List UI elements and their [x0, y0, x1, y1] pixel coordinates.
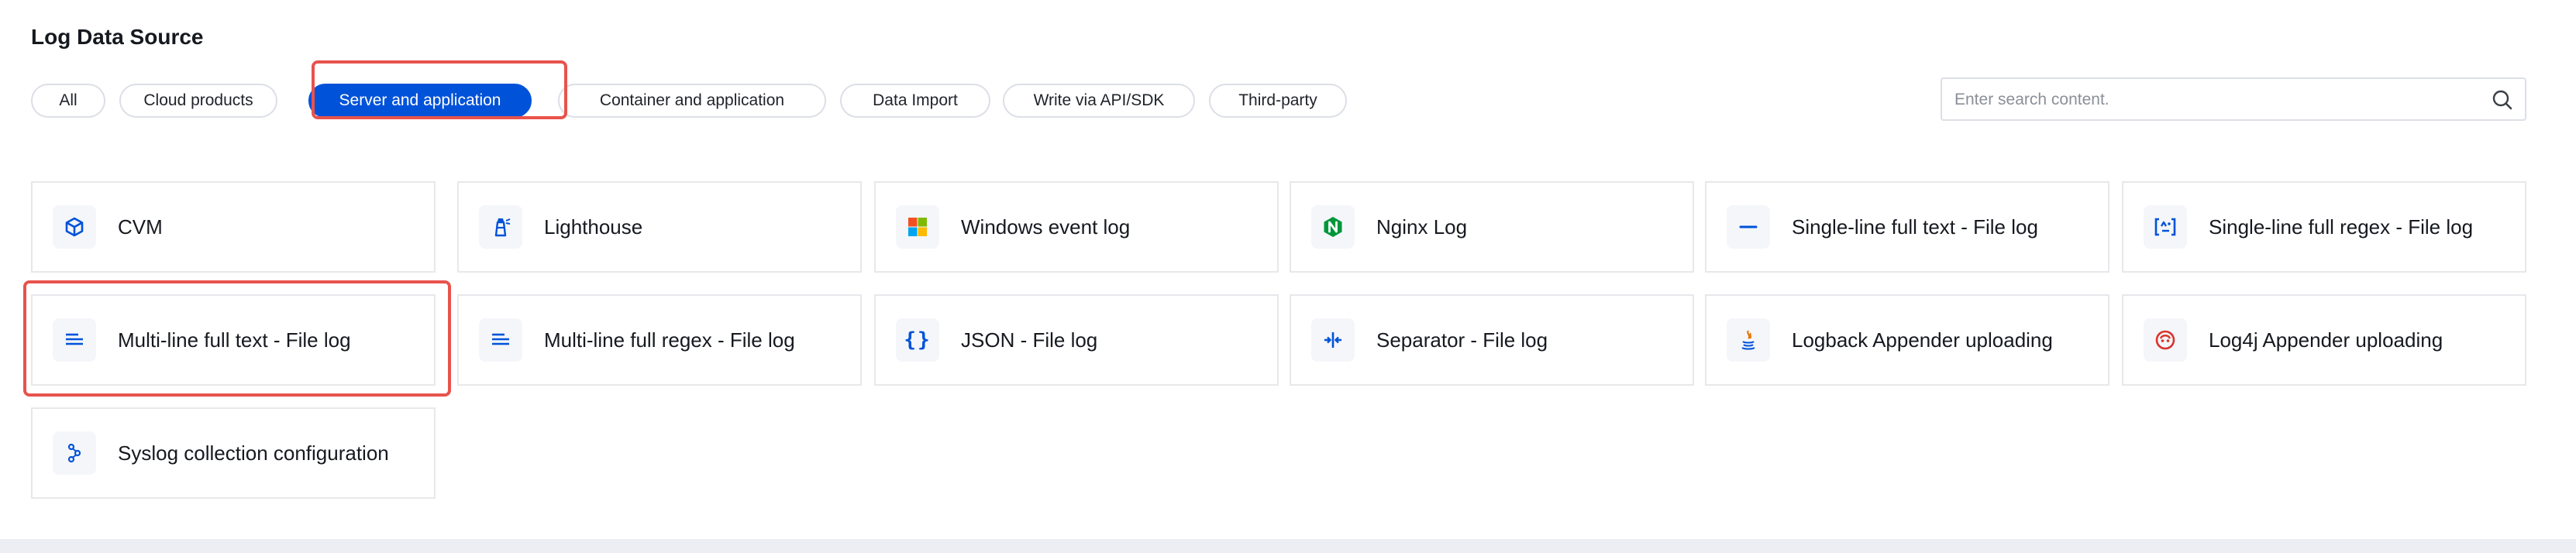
source-label: Log4j Appender uploading: [2209, 328, 2443, 352]
source-label: Separator - File log: [1376, 328, 1548, 352]
filter-server-and-application[interactable]: Server and application: [308, 84, 532, 118]
log-data-source-panel: Log Data Source All Cloud products Serve…: [0, 0, 2576, 539]
source-card-single-line-full-regex[interactable]: Single-line full regex - File log: [2122, 181, 2526, 273]
bottom-divider: [0, 539, 2576, 553]
log4j-icon: [2144, 318, 2187, 362]
filter-container-and-application[interactable]: Container and application: [558, 84, 826, 118]
filter-write-via-api-sdk[interactable]: Write via API/SDK: [1003, 84, 1195, 118]
source-card-logback-appender[interactable]: Logback Appender uploading: [1705, 294, 2109, 386]
source-label: Multi-line full regex - File log: [544, 328, 795, 352]
single-line-icon: [1727, 205, 1770, 249]
search-icon[interactable]: [2491, 88, 2514, 112]
separator-icon: [1311, 318, 1355, 362]
filter-third-party[interactable]: Third-party: [1209, 84, 1347, 118]
source-label: JSON - File log: [961, 328, 1098, 352]
source-label: CVM: [118, 215, 163, 239]
nginx-icon: [1311, 205, 1355, 249]
source-label: Single-line full text - File log: [1792, 215, 2038, 239]
source-card-multi-line-full-regex[interactable]: Multi-line full regex - File log: [457, 294, 862, 386]
source-card-separator[interactable]: Separator - File log: [1290, 294, 1694, 386]
source-card-nginx-log[interactable]: Nginx Log: [1290, 181, 1694, 273]
source-label: Single-line full regex - File log: [2209, 215, 2474, 239]
syslog-icon: [53, 431, 96, 475]
source-label: Logback Appender uploading: [1792, 328, 2053, 352]
cvm-icon: [53, 205, 96, 249]
search-input[interactable]: [1954, 88, 2466, 112]
java-icon: [1727, 318, 1770, 362]
filter-cloud-products[interactable]: Cloud products: [119, 84, 277, 118]
source-card-multi-line-full-text[interactable]: Multi-line full text - File log: [31, 294, 436, 386]
multi-line-regex-icon: [479, 318, 522, 362]
source-card-single-line-full-text[interactable]: Single-line full text - File log: [1705, 181, 2109, 273]
source-card-log4j-appender[interactable]: Log4j Appender uploading: [2122, 294, 2526, 386]
source-label: Lighthouse: [544, 215, 643, 239]
source-label: Syslog collection configuration: [118, 441, 389, 465]
source-label: Multi-line full text - File log: [118, 328, 351, 352]
regex-icon: [2144, 205, 2187, 249]
source-card-windows-event-log[interactable]: Windows event log: [874, 181, 1279, 273]
source-label: Nginx Log: [1376, 215, 1468, 239]
multi-line-icon: [53, 318, 96, 362]
filter-all[interactable]: All: [31, 84, 105, 118]
source-card-syslog[interactable]: Syslog collection configuration: [31, 407, 436, 499]
source-label: Windows event log: [961, 215, 1131, 239]
source-card-json[interactable]: {} JSON - File log: [874, 294, 1279, 386]
source-card-lighthouse[interactable]: Lighthouse: [457, 181, 862, 273]
page-title: Log Data Source: [31, 25, 204, 49]
lighthouse-icon: [479, 205, 522, 249]
search-box: [1941, 77, 2526, 121]
filter-data-import[interactable]: Data Import: [840, 84, 990, 118]
windows-icon: [896, 205, 939, 249]
source-card-cvm[interactable]: CVM: [31, 181, 436, 273]
json-icon: {}: [896, 318, 939, 362]
